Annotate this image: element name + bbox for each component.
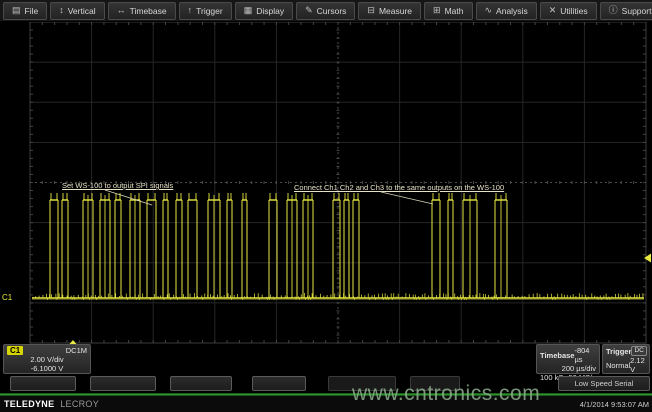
footer-bar: TELEDYNE LECROY 4/1/2014 9:53:07 AM (0, 396, 652, 412)
logo-lecroy: LECROY (60, 399, 99, 409)
menu-timebase[interactable]: ↔ Timebase (108, 2, 176, 20)
menu-label: Measure (379, 6, 412, 16)
button-spi-trigger[interactable] (252, 376, 306, 391)
logo-teledyne: TELEDYNE (4, 399, 54, 409)
vertical-icon: ↕ (59, 6, 64, 15)
menu-support[interactable]: ⓘ Support (600, 2, 652, 20)
menu-label: Math (445, 6, 464, 16)
menu-utilities[interactable]: ✕Utilities (540, 2, 597, 20)
timebase-descriptor[interactable]: Timebase -804 µs 200 µs/div 100 kS 50 MS… (536, 344, 600, 374)
menu-label: Support (622, 6, 652, 16)
trigger-icon: ↑ (188, 6, 193, 15)
utilities-icon: ✕ (549, 6, 557, 15)
button-spi-decode[interactable] (90, 376, 156, 391)
trigger-title: Trigger (606, 347, 631, 356)
cursors-icon: ✎ (305, 6, 313, 15)
button-spi-decode-table[interactable] (170, 376, 232, 391)
menu-label: Timebase (130, 6, 167, 16)
menu-label: Cursors (317, 6, 347, 16)
button-spi-start[interactable] (10, 376, 76, 391)
math-icon: ⊞ (433, 6, 441, 15)
menu-display[interactable]: ▦Display (235, 2, 293, 20)
menu-label: Utilities (560, 6, 587, 16)
timebase-delay: -804 µs (574, 346, 596, 364)
c1-waveform-trace: C1 (2, 193, 644, 302)
clock-datetime: 4/1/2014 9:53:07 AM (580, 400, 649, 409)
support-icon: ⓘ (609, 6, 618, 15)
menu-math[interactable]: ⊞ Math (424, 2, 472, 20)
annotation-connect-channels: Connect Ch1 Ch2 and Ch3 to the same outp… (294, 183, 504, 192)
menu-label: Trigger (196, 6, 223, 16)
timebase-title: Timebase (540, 351, 574, 360)
timebase-scale: 200 µs/div (562, 364, 596, 373)
measure-icon: ⊟ (367, 6, 375, 15)
channel-scale: 2.00 V/div (30, 355, 63, 364)
timebase-icon: ↔ (117, 6, 126, 15)
menu-label: Vertical (68, 6, 96, 16)
menu-trigger[interactable]: ↑Trigger (179, 2, 232, 20)
channel-c1-descriptor[interactable]: C1 DC1M 2.00 V/div -6.1000 V (3, 344, 91, 374)
menu-label: Analysis (496, 6, 528, 16)
trigger-coupling-badge: DC (631, 346, 646, 356)
teledyne-lecroy-logo: TELEDYNE LECROY (4, 399, 99, 409)
trigger-mode: Normal (606, 361, 630, 370)
analysis-icon: ∿ (485, 6, 493, 15)
menu-vertical[interactable]: ↕ Vertical (50, 2, 104, 20)
button-low-speed-serial[interactable]: Low Speed Serial (558, 376, 650, 391)
trace-label-c1: C1 (2, 293, 13, 302)
menu-label: Display (256, 6, 284, 16)
watermark-text: www.cntronics.com (352, 382, 540, 406)
menu-bar: ▤File↕Vertical↔Timebase↑Trigger▦Display✎… (0, 0, 652, 22)
menu-label: File (25, 6, 39, 16)
channel-offset: -6.1000 V (31, 364, 64, 373)
annotation-set-ws100: Set WS-100 to output SPI signals (62, 181, 173, 190)
trigger-level: 2.12 V (630, 356, 646, 374)
channel-coupling: DC1M (66, 346, 87, 355)
display-icon: ▦ (244, 6, 253, 15)
file-icon: ▤ (12, 6, 21, 15)
menu-file[interactable]: ▤ File (3, 2, 47, 20)
menu-cursors[interactable]: ✎ Cursors (296, 2, 355, 20)
trigger-descriptor[interactable]: Trigger DC Normal 2.12 V SPI (602, 344, 650, 374)
bottom-toolbar: Low Speed Serial (0, 376, 652, 393)
menu-analysis[interactable]: ∿Analysis (476, 2, 537, 20)
oscilloscope-screen: ▤File↕Vertical↔Timebase↑Trigger▦Display✎… (0, 0, 652, 412)
channel-badge: C1 (7, 346, 23, 355)
menu-measure[interactable]: ⊟ Measure (358, 2, 421, 20)
